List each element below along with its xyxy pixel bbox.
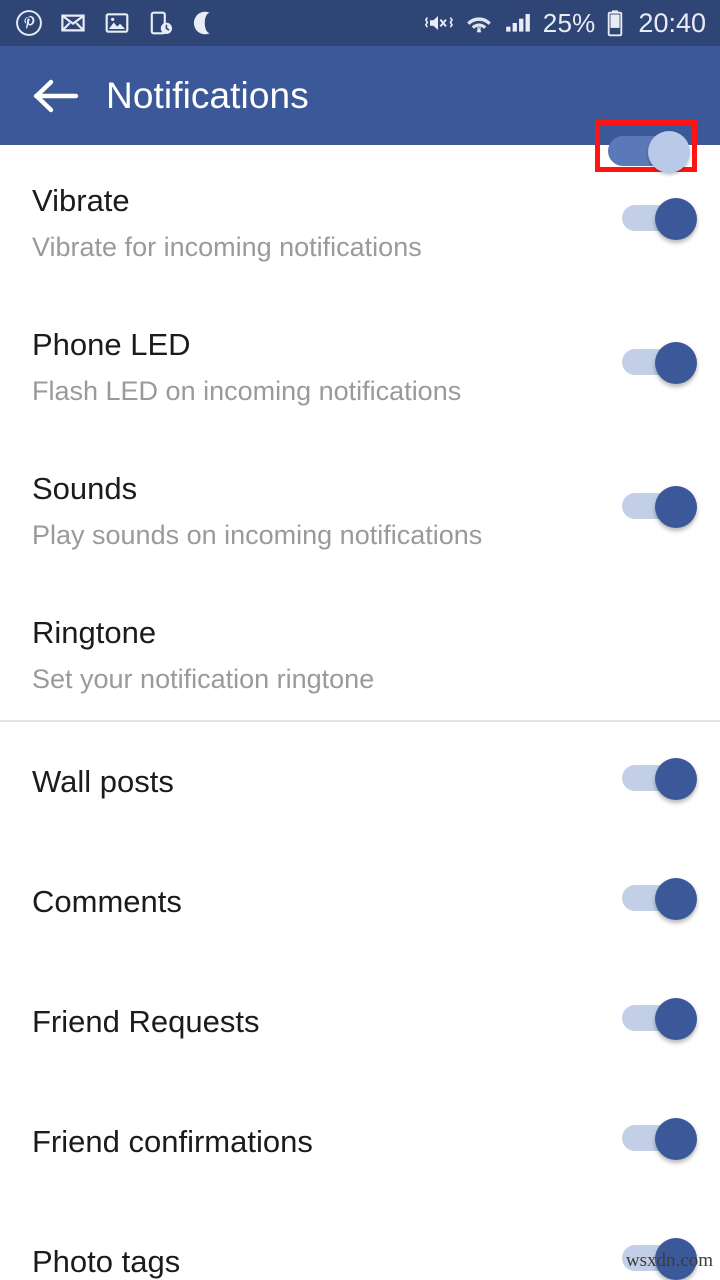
toggle-thumb [655,758,697,800]
row-subtitle: Set your notification ringtone [32,664,375,694]
status-bar-system-icons: 25% 20:40 [424,9,706,37]
watermark: wsxdn.com [625,1250,713,1271]
status-bar: 25% 20:40 [0,0,720,46]
app-bar: Notifications [0,46,720,173]
row-subtitle: Flash LED on incoming notifications [32,376,462,406]
list-item[interactable]: Friend confirmations [0,1083,720,1203]
list-item[interactable]: Photo tags [0,1203,720,1280]
back-arrow-icon [32,76,80,116]
toggle-comments[interactable] [622,878,698,920]
toggle-thumb [655,486,697,528]
toggle-sounds[interactable] [622,486,698,528]
mute-vibrate-icon [424,10,454,36]
toggle-thumb [655,878,697,920]
row-title: Phone LED [32,327,191,362]
wifi-icon [465,10,493,36]
back-button[interactable] [24,64,88,128]
row-title: Ringtone [32,615,157,650]
list-item[interactable]: Sounds Play sounds on incoming notificat… [0,433,720,577]
settings-list: Vibrate Vibrate for incoming notificatio… [0,145,720,1280]
phone-screen: 25% 20:40 Notifications Vibrate Vibrate … [0,0,720,1280]
row-title: Sounds [32,471,138,506]
pinterest-icon [16,10,42,36]
toggle-thumb [655,1118,697,1160]
photo-icon [104,10,130,36]
mail-icon [60,10,86,36]
signal-icon [504,10,532,36]
row-title: Vibrate [32,183,130,218]
list-item[interactable]: Ringtone Set your notification ringtone [0,577,720,721]
battery-icon [606,9,624,37]
page-title: Notifications [106,75,309,116]
toggle-thumb [655,998,697,1040]
toggle-vibrate[interactable] [622,198,698,240]
toggle-wall-posts[interactable] [622,758,698,800]
row-subtitle: Vibrate for incoming notifications [32,232,422,262]
opera-icon [192,10,218,36]
section-divider [0,720,720,722]
clock-label: 20:40 [638,7,706,38]
list-item[interactable]: Phone LED Flash LED on incoming notifica… [0,289,720,433]
row-title: Photo tags [32,1244,181,1279]
row-title: Friend Requests [32,1004,260,1039]
toggle-friend-confirmations[interactable] [622,1118,698,1160]
row-title: Wall posts [32,764,174,799]
status-bar-notification-icons [16,10,218,36]
tablet-clock-icon [148,10,174,36]
battery-percent-label: 25% [542,8,596,38]
toggle-phone-led[interactable] [622,342,698,384]
list-item[interactable]: Friend Requests [0,963,720,1083]
list-item[interactable]: Comments [0,843,720,963]
toggle-friend-requests[interactable] [622,998,698,1040]
row-title: Friend confirmations [32,1124,313,1159]
toggle-thumb [655,342,697,384]
list-item[interactable]: Vibrate Vibrate for incoming notificatio… [0,145,720,289]
list-item[interactable]: Wall posts [0,723,720,843]
row-title: Comments [32,884,182,919]
row-subtitle: Play sounds on incoming notifications [32,520,483,550]
toggle-thumb [655,198,697,240]
